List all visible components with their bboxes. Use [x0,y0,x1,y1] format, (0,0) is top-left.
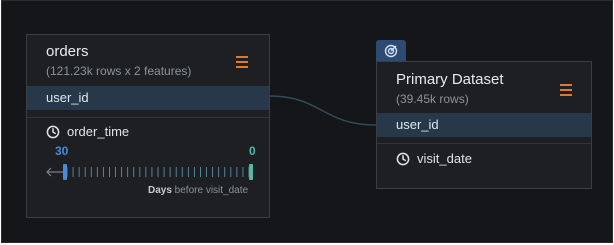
target-icon [384,44,398,57]
range-start-handle[interactable] [63,164,67,180]
join-key-row[interactable]: user_id [377,113,591,137]
range-caption: Days before visit_date [148,185,248,196]
primary-dataset-node[interactable]: Primary Dataset (39.45k rows) user_id vi… [376,61,592,189]
feature-name: order_time [67,124,130,139]
feature-row[interactable]: visit_date [396,151,472,166]
divider [377,143,591,144]
caption-unit: Days [148,185,172,196]
node-subtitle: (39.45k rows) [396,92,469,106]
menu-icon[interactable] [560,84,572,99]
time-window-slider[interactable] [27,162,271,182]
caption-text: before visit_date [171,185,249,196]
clock-icon [46,125,60,138]
primary-badge [376,40,406,61]
menu-icon[interactable] [236,56,248,71]
node-title: orders [46,43,89,60]
node-title: Primary Dataset [396,71,504,88]
clock-icon [396,152,410,165]
feature-row[interactable]: order_time [46,124,129,139]
node-subtitle: (121.23k rows x 2 features) [46,64,192,78]
orders-dataset-node[interactable]: orders (121.23k rows x 2 features) user_… [26,34,270,218]
divider [27,117,269,118]
range-start-value: 30 [55,144,69,158]
join-key-row[interactable]: user_id [27,86,269,110]
range-end-handle[interactable] [249,164,253,180]
feature-name: visit_date [417,151,472,166]
graph-canvas[interactable]: orders (121.23k rows x 2 features) user_… [1,0,613,243]
range-end-value: 0 [249,144,256,158]
